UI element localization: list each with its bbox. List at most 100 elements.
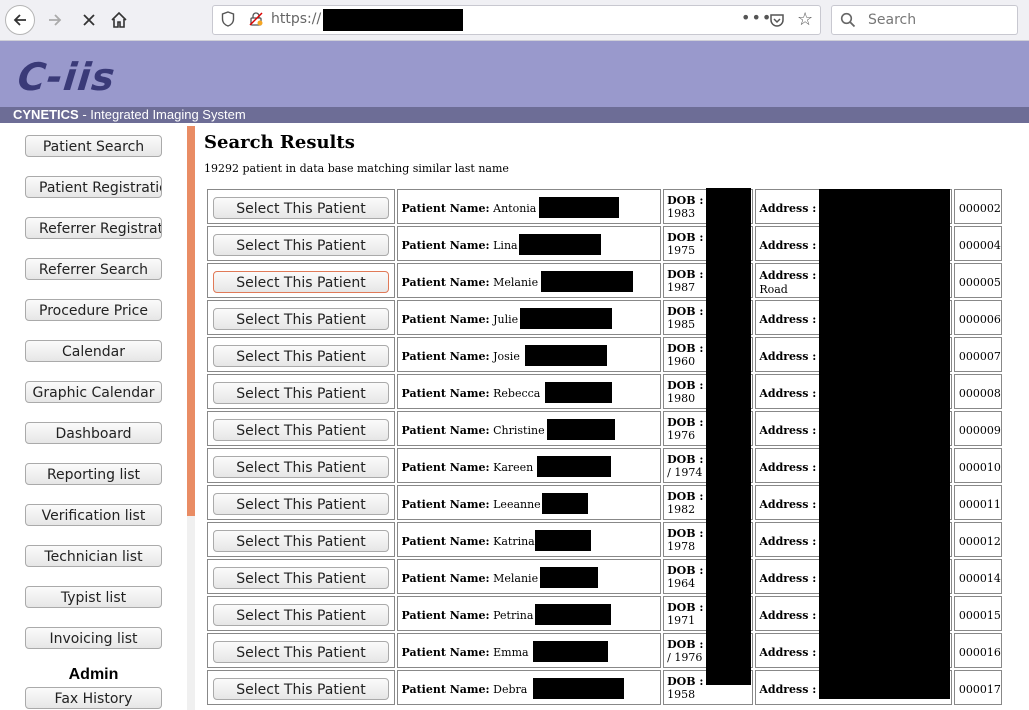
dob-column-redaction (706, 188, 751, 685)
patient-name: Patient Name: Melanie (401, 572, 538, 585)
patient-name-cell: Patient Name: Melanie (397, 263, 662, 298)
patient-id: 000009 (958, 424, 1001, 437)
sidebar-verification-list-button[interactable]: Verification list (25, 504, 162, 526)
select-patient-button[interactable]: Select This Patient (213, 419, 389, 441)
select-cell: Select This Patient (207, 300, 396, 335)
sidebar-calendar-button[interactable]: Calendar (25, 340, 162, 362)
page-title: Search Results (204, 132, 355, 153)
select-cell: Select This Patient (207, 189, 396, 224)
sidebar-dashboard-button[interactable]: Dashboard (25, 422, 162, 444)
patient-id: 000002 (958, 202, 1001, 215)
address-label: Address : (759, 387, 817, 400)
address-label: Address : (759, 313, 817, 326)
dob-value: 1976 (667, 429, 696, 442)
patient-name-label: Patient Name: (401, 387, 490, 400)
select-cell: Select This Patient (207, 337, 396, 372)
admin-section-label: Admin (68, 666, 119, 683)
patient-name-cell: Patient Name: Josie (397, 337, 662, 372)
dob-value: 1975 (667, 244, 696, 257)
name-redaction (519, 234, 602, 255)
patient-name: Patient Name: Lina (401, 239, 517, 252)
dob-value: 1983 (667, 207, 696, 220)
patient-id: 000014 (958, 572, 1001, 585)
select-patient-button[interactable]: Select This Patient (213, 567, 389, 589)
address-label: Address : (759, 202, 817, 215)
sidebar-referrer-search-button[interactable]: Referrer Search (25, 258, 162, 280)
shield-icon[interactable] (221, 11, 235, 27)
select-patient-button[interactable]: Select This Patient (213, 456, 389, 478)
patient-id: 000005 (958, 276, 1001, 289)
sidebar-invoicing-list-button[interactable]: Invoicing list (25, 627, 162, 649)
name-redaction (545, 382, 613, 403)
select-cell: Select This Patient (207, 633, 396, 668)
patient-first-name: Petrina (493, 609, 534, 622)
select-patient-button[interactable]: Select This Patient (213, 197, 389, 219)
name-redaction (539, 197, 620, 218)
select-patient-button[interactable]: Select This Patient (213, 308, 389, 330)
patient-first-name: Rebecca (493, 387, 541, 400)
patient-first-name: Antonia (493, 202, 537, 215)
patient-name-cell: Patient Name: Petrina (397, 596, 662, 631)
insecure-lock-icon[interactable] (249, 12, 263, 26)
address-label: Address : (759, 572, 817, 585)
stop-icon[interactable] (74, 5, 104, 35)
select-patient-button[interactable]: Select This Patient (213, 234, 389, 256)
site-header: C-iis (0, 41, 1029, 107)
select-patient-button[interactable]: Select This Patient (213, 493, 389, 515)
select-patient-button[interactable]: Select This Patient (213, 382, 389, 404)
url-bar[interactable]: https:// ••• ☆ (212, 5, 821, 35)
patient-name-label: Patient Name: (401, 239, 490, 252)
sidebar-typist-list-button[interactable]: Typist list (25, 586, 162, 608)
sidebar-scrollbar-track[interactable] (187, 516, 195, 710)
dob-value: / 1976 (667, 651, 703, 664)
dob-label: DOB : (667, 416, 704, 429)
sidebar-patient-search-button[interactable]: Patient Search (25, 135, 162, 157)
address-value: Road (759, 283, 788, 296)
dob-label: DOB : (667, 638, 704, 651)
pocket-icon[interactable] (769, 12, 785, 28)
back-arrow-icon[interactable] (5, 5, 35, 35)
dob-label: DOB : (667, 564, 704, 577)
address-label: Address : (759, 424, 817, 437)
patient-name: Patient Name: Kareen (401, 461, 533, 474)
bookmark-star-icon[interactable]: ☆ (797, 9, 813, 30)
address-label: Address : (759, 609, 817, 622)
patient-name-cell: Patient Name: Leeanne (397, 485, 662, 520)
patient-first-name: Katrina (493, 535, 535, 548)
patient-name-label: Patient Name: (401, 572, 490, 585)
sidebar-procedure-price-button[interactable]: Procedure Price (25, 299, 162, 321)
sidebar-scrollbar-thumb[interactable] (187, 126, 195, 516)
address-label: Address : (759, 239, 817, 252)
patient-name: Patient Name: Julie (401, 313, 518, 326)
page-actions-menu-icon[interactable]: ••• (741, 8, 772, 27)
select-patient-button[interactable]: Select This Patient (213, 678, 389, 700)
tagline-text: - Integrated Imaging System (78, 107, 246, 122)
select-patient-button[interactable]: Select This Patient (213, 641, 389, 663)
home-icon[interactable] (104, 5, 134, 35)
patient-id: 000011 (958, 498, 1001, 511)
select-cell: Select This Patient (207, 670, 396, 705)
patient-name: Patient Name: Katrina (401, 535, 534, 548)
sidebar-reporting-list-button[interactable]: Reporting list (25, 463, 162, 485)
select-patient-button[interactable]: Select This Patient (213, 530, 389, 552)
address-label: Address : (759, 498, 817, 511)
url-text[interactable]: https:// (271, 11, 321, 27)
dob-value: 1985 (667, 318, 696, 331)
browser-search-bar[interactable]: Search (831, 5, 1018, 35)
sidebar-technician-list-button[interactable]: Technician list (25, 545, 162, 567)
sidebar-fax-history-button[interactable]: Fax History (25, 687, 162, 709)
forward-arrow-icon[interactable] (40, 5, 70, 35)
sidebar-patient-registration-button[interactable]: Patient Registration (25, 176, 162, 198)
select-cell: Select This Patient (207, 559, 396, 594)
address-label: Address : (759, 535, 817, 548)
sidebar-referrer-registration-button[interactable]: Referrer Registration (25, 217, 162, 239)
patient-name: Patient Name: Emma (401, 646, 528, 659)
select-patient-button[interactable]: Select This Patient (213, 345, 389, 367)
select-patient-button[interactable]: Select This Patient (213, 604, 389, 626)
address-label: Address : (759, 269, 817, 282)
sidebar-graphic-calendar-button[interactable]: Graphic Calendar (25, 381, 162, 403)
address-label: Address : (759, 461, 817, 474)
patient-id-cell: 000004 (953, 226, 1002, 261)
select-patient-button[interactable]: Select This Patient (213, 271, 389, 293)
address-label: Address : (759, 350, 817, 363)
